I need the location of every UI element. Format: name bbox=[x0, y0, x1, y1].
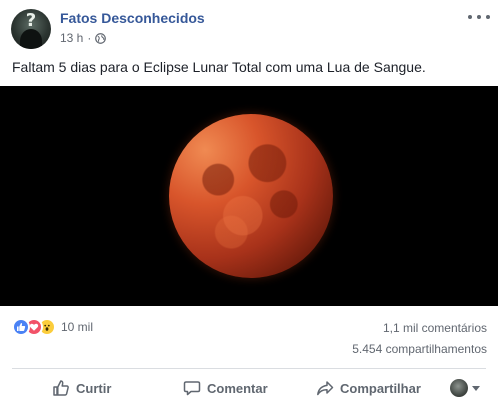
post-timestamp[interactable]: 13 h bbox=[60, 31, 83, 45]
like-button[interactable]: Curtir bbox=[52, 370, 111, 406]
reaction-count[interactable]: 10 mil bbox=[61, 320, 93, 334]
meta-separator: · bbox=[87, 31, 92, 45]
post-header: ? Fatos Desconhecidos 13 h · bbox=[0, 0, 498, 56]
actions-divider bbox=[12, 368, 486, 369]
facebook-post: ? Fatos Desconhecidos 13 h · Faltam 5 di… bbox=[0, 0, 498, 410]
post-meta: 13 h · bbox=[60, 31, 107, 45]
avatar-question-mark: ? bbox=[25, 10, 37, 31]
chevron-down-icon bbox=[472, 385, 480, 391]
avatar-silhouette bbox=[20, 29, 42, 49]
reactions-summary[interactable]: 10 mil bbox=[12, 318, 93, 336]
moon-icon bbox=[169, 114, 333, 278]
share-label: Compartilhar bbox=[340, 380, 421, 396]
mini-avatar bbox=[450, 379, 468, 397]
share-arrow-icon bbox=[317, 381, 334, 396]
comment-button[interactable]: Comentar bbox=[183, 370, 268, 406]
post-action-bar: Curtir Comentar Compartilhar bbox=[0, 370, 498, 406]
post-photo[interactable] bbox=[0, 86, 498, 306]
thumbs-up-icon bbox=[53, 380, 69, 396]
page-avatar[interactable]: ? bbox=[11, 9, 51, 49]
more-options-icon[interactable] bbox=[468, 10, 490, 24]
reaction-identity-selector[interactable] bbox=[450, 379, 480, 397]
like-label: Curtir bbox=[76, 380, 112, 396]
shares-count-link[interactable]: 5.454 compartilhamentos bbox=[352, 342, 487, 356]
comments-count-link[interactable]: 1,1 mil comentários bbox=[383, 321, 487, 335]
comment-icon bbox=[183, 381, 201, 396]
globe-icon[interactable] bbox=[95, 32, 107, 44]
share-button[interactable]: Compartilhar bbox=[316, 370, 421, 406]
post-text: Faltam 5 dias para o Eclipse Lunar Total… bbox=[12, 59, 426, 75]
comment-label: Comentar bbox=[207, 380, 268, 396]
like-icon bbox=[12, 318, 30, 336]
page-name-link[interactable]: Fatos Desconhecidos bbox=[60, 10, 205, 26]
